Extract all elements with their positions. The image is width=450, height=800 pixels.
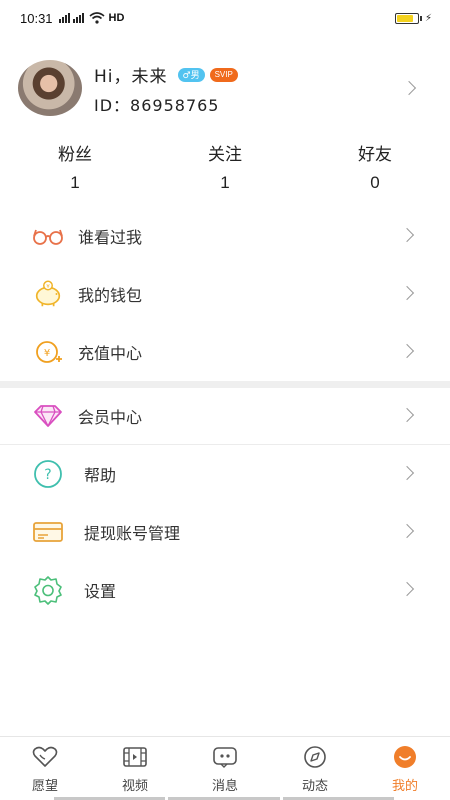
glasses-icon (32, 221, 64, 251)
menu-label: 设置 (84, 582, 117, 601)
stat-label: 粉丝 (58, 145, 92, 165)
diamond-icon (32, 401, 64, 431)
recharge-coin-icon: ¥ (32, 337, 64, 367)
gear-icon (32, 575, 64, 605)
tab-messages[interactable]: 消息 (180, 737, 270, 800)
chevron-right-icon (399, 581, 415, 597)
menu-label: 我的钱包 (78, 286, 143, 305)
network-type: HD (108, 12, 125, 24)
menu-item-wallet[interactable]: ¥ 我的钱包 (0, 265, 450, 323)
menu-item-recharge[interactable]: ¥ 充值中心 (0, 323, 450, 381)
svg-text:¥: ¥ (44, 348, 50, 359)
profile-header[interactable]: Hi，未来 ♂男 SVIP ID：86958765 (0, 56, 450, 120)
stat-fans[interactable]: 粉丝 1 (0, 140, 150, 193)
menu-label: 充值中心 (78, 344, 143, 363)
menu-item-membership[interactable]: 会员中心 (0, 387, 450, 445)
tab-label: 愿望 (31, 779, 58, 794)
menu-item-visitors[interactable]: 谁看过我 (0, 207, 450, 265)
compass-icon (302, 745, 328, 769)
chevron-right-icon (399, 285, 415, 301)
stat-value: 0 (370, 173, 380, 192)
heart-icon (32, 745, 58, 769)
svg-text:¥: ¥ (46, 284, 50, 290)
menu-label: 提现账号管理 (84, 524, 181, 543)
film-icon (122, 745, 148, 769)
tab-moments[interactable]: 动态 (270, 737, 360, 800)
user-id: ID：86958765 (94, 96, 220, 115)
avatar[interactable] (18, 60, 82, 116)
status-bar: 10:31 HD ⚡ (0, 0, 450, 36)
menu-item-withdraw-account[interactable]: 提现账号管理 (0, 503, 450, 561)
tab-video[interactable]: 视频 (90, 737, 180, 800)
piggy-bank-icon: ¥ (32, 279, 64, 309)
stat-friends[interactable]: 好友 0 (300, 140, 450, 193)
greeting: Hi，未来 (94, 67, 168, 87)
signal-icon (58, 13, 70, 23)
tab-wish[interactable]: 愿望 (0, 737, 90, 800)
battery-icon: ⚡ (394, 13, 432, 24)
stat-value: 1 (70, 173, 80, 192)
chevron-right-icon (399, 407, 415, 423)
stat-value: 1 (220, 173, 230, 192)
menu-item-settings[interactable]: 设置 (0, 561, 450, 619)
tab-label: 视频 (121, 779, 148, 794)
menu-label: 谁看过我 (78, 228, 143, 247)
chevron-right-icon[interactable] (401, 80, 417, 96)
signal-icon-2 (72, 13, 84, 23)
help-icon: ? (32, 459, 64, 489)
menu-item-help[interactable]: ? 帮助 (0, 445, 450, 503)
stat-following[interactable]: 关注 1 (150, 140, 300, 193)
chat-icon (212, 745, 238, 769)
svg-text:?: ? (44, 467, 51, 483)
tab-label: 动态 (301, 779, 328, 794)
tab-label: 我的 (391, 779, 418, 794)
stat-label: 关注 (208, 145, 242, 165)
bottom-tab-bar: 愿望 视频 消息 动态 我的 (0, 736, 450, 800)
chevron-right-icon (399, 523, 415, 539)
chevron-right-icon (399, 227, 415, 243)
gender-badge: ♂男 (177, 67, 205, 82)
menu-label: 会员中心 (78, 408, 143, 427)
chevron-right-icon (399, 465, 415, 481)
smile-icon (392, 745, 418, 769)
tab-mine[interactable]: 我的 (360, 737, 450, 800)
card-icon (32, 517, 64, 547)
svip-badge: SVIP (209, 67, 238, 82)
chevron-right-icon (399, 343, 415, 359)
stats-row: 粉丝 1 关注 1 好友 0 (0, 140, 450, 193)
tab-label: 消息 (211, 779, 238, 794)
wifi-icon (89, 12, 105, 24)
status-time: 10:31 (20, 10, 53, 26)
stat-label: 好友 (358, 145, 392, 165)
menu-label: 帮助 (84, 466, 117, 485)
